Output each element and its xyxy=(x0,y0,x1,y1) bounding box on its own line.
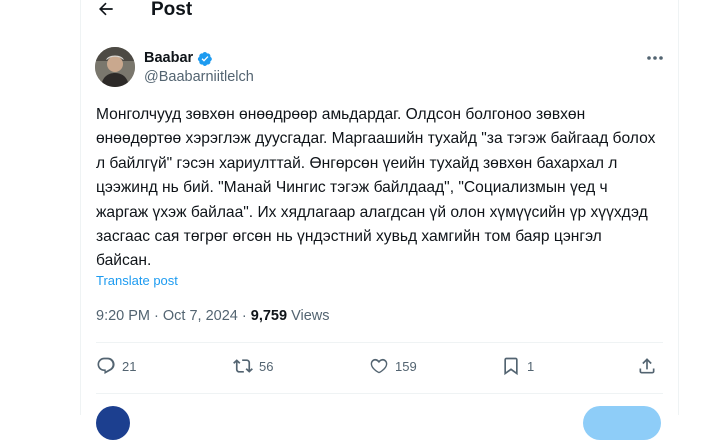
reply-icon xyxy=(97,357,115,374)
tweet-text: Монголчууд зөвхөн өнөөдрөөр амьдардаг. О… xyxy=(96,106,656,270)
bookmark-button[interactable]: 1 xyxy=(501,354,534,378)
divider-bottom xyxy=(96,393,663,394)
author-name-text: Baabar xyxy=(144,50,194,66)
meta-separator-2: · xyxy=(237,308,251,324)
author-name[interactable]: Baabar xyxy=(144,50,213,67)
bookmark-icon xyxy=(504,357,518,376)
post-time[interactable]: 9:20 PM xyxy=(96,308,150,324)
repost-button[interactable]: 56 xyxy=(233,354,273,378)
like-count: 159 xyxy=(395,358,417,374)
share-button[interactable] xyxy=(637,354,657,378)
repost-count: 56 xyxy=(259,358,274,374)
views-label: Views xyxy=(287,308,330,324)
like-button[interactable]: 159 xyxy=(369,354,417,378)
verified-badge-icon xyxy=(198,51,213,66)
reply-button[interactable]: 21 xyxy=(96,354,136,378)
back-arrow-icon xyxy=(99,2,113,16)
back-button[interactable] xyxy=(95,0,117,20)
author-avatar[interactable] xyxy=(95,47,135,87)
reply-submit-button[interactable] xyxy=(583,406,661,440)
like-icon xyxy=(370,358,388,374)
share-icon xyxy=(639,358,655,374)
post-column: Post Baabar @Baabarniitlelch Монголчууд … xyxy=(80,0,679,440)
meta-separator: · xyxy=(150,308,163,324)
post-header: Post xyxy=(81,0,678,26)
views-count: 9,759 xyxy=(250,308,288,324)
more-icon xyxy=(647,56,663,60)
post-meta: 9:20 PM · Oct 7, 2024 · 9,759 Views xyxy=(96,307,330,325)
page-title: Post xyxy=(151,0,193,20)
action-bar: 21 56 159 1 xyxy=(96,354,663,378)
repost-icon xyxy=(233,359,253,373)
bookmark-count: 1 xyxy=(527,358,535,374)
divider xyxy=(96,342,663,343)
reply-count: 21 xyxy=(122,358,137,374)
author-handle[interactable]: @Baabarniitlelch xyxy=(144,69,254,86)
more-options-button[interactable] xyxy=(643,50,667,66)
reply-composer-avatar[interactable] xyxy=(96,406,130,440)
post-date[interactable]: Oct 7, 2024 xyxy=(163,308,238,324)
translate-post-link[interactable]: Translate post xyxy=(96,273,178,289)
